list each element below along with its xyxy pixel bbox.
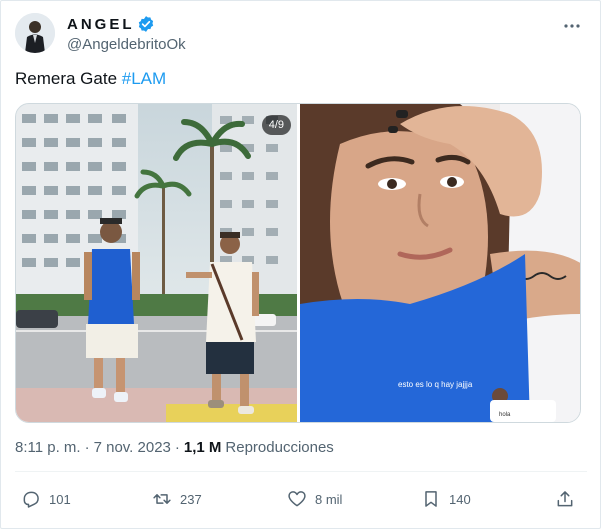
views-label: Reproducciones xyxy=(225,439,334,456)
like-count: 8 mil xyxy=(315,491,343,507)
like-button[interactable]: 8 mil xyxy=(287,483,342,515)
views-count: 1,1 M xyxy=(183,439,222,456)
meta-separator: · xyxy=(84,439,90,456)
story-caption: esto es lo q hay jajjja xyxy=(398,380,473,389)
media-counter-badge: 4/9 xyxy=(261,115,291,135)
story-reply-bubble: hola xyxy=(499,412,511,418)
photo-street[interactable]: 4/9 xyxy=(16,104,297,422)
retweet-count: 237 xyxy=(180,491,202,507)
tweet-body: Remera Gate xyxy=(15,69,122,88)
meta-separator: · xyxy=(174,439,180,456)
tweet-meta: 8:11 p. m. · 7 nov. 2023 · 1,1 M Reprodu… xyxy=(15,439,334,456)
user-handle[interactable]: @AngeldebritoOk xyxy=(67,36,186,53)
retweet-icon xyxy=(153,494,171,504)
reply-button[interactable]: 101 xyxy=(21,483,71,515)
heart-icon xyxy=(288,491,306,507)
display-name[interactable]: ANGEL xyxy=(67,16,135,33)
hashtag-link[interactable]: #LAM xyxy=(122,69,166,88)
bookmark-icon xyxy=(425,491,437,507)
user-block: ANGEL @AngeldebritoOk xyxy=(67,14,186,54)
share-icon xyxy=(557,491,573,507)
action-bar: 101 237 8 mil 140 xyxy=(15,483,587,515)
retweet-button[interactable]: 237 xyxy=(152,483,202,515)
tweet-time[interactable]: 8:11 p. m. xyxy=(15,439,81,456)
reply-icon xyxy=(23,491,39,508)
photo-selfie[interactable]: esto es lo q hay jajjja hola xyxy=(300,104,580,422)
more-options-icon[interactable] xyxy=(561,15,583,37)
tweet-card: ANGEL @AngeldebritoOk Remera Gate #LAM 4… xyxy=(0,0,601,529)
avatar[interactable] xyxy=(15,13,55,53)
verified-badge-icon xyxy=(138,16,153,32)
tweet-header: ANGEL @AngeldebritoOk xyxy=(15,13,587,57)
reply-count: 101 xyxy=(49,491,71,507)
media-grid: 4/9 esto es lo q hay jajjja hola xyxy=(15,103,581,423)
tweet-date[interactable]: 7 nov. 2023 xyxy=(94,439,171,456)
tweet-text: Remera Gate #LAM xyxy=(15,69,166,89)
share-button[interactable] xyxy=(555,483,575,515)
bookmark-button[interactable]: 140 xyxy=(421,483,471,515)
bookmark-count: 140 xyxy=(449,491,471,507)
divider xyxy=(15,471,587,472)
